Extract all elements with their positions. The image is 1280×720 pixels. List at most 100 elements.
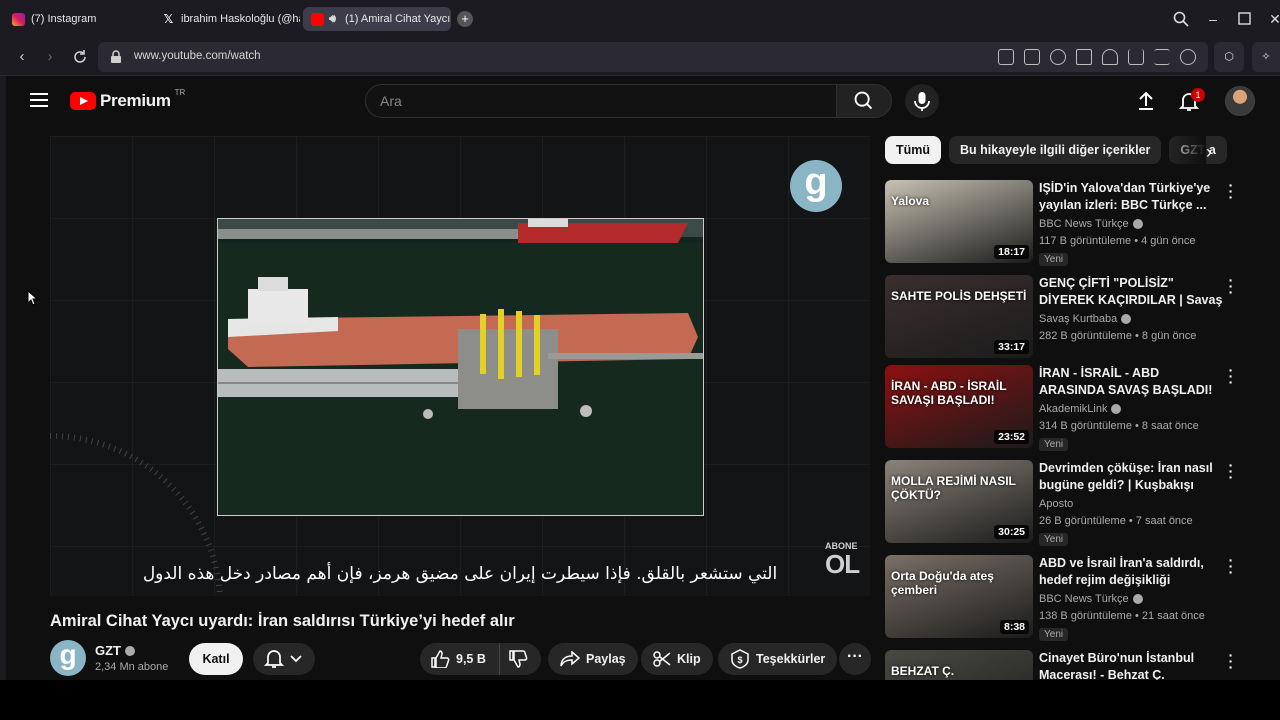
download-icon[interactable] bbox=[1128, 49, 1144, 65]
like-button[interactable]: 9,5 B bbox=[420, 643, 500, 675]
tab-label: (1) Amiral Cihat Yaycı bbox=[345, 13, 451, 25]
recommendation-thumbnail[interactable]: MOLLA REJİMİ NASIL ÇÖKTÜ? 30:25 bbox=[885, 460, 1033, 543]
search-input[interactable] bbox=[366, 85, 806, 117]
recommendation-thumbnail[interactable]: BEHZAT Ç. bbox=[885, 650, 1033, 680]
x-logo-icon: 𝕏 bbox=[163, 12, 174, 26]
thanks-label: Teşekkürler bbox=[756, 652, 826, 666]
tab-label: ibrahim Haskoloğlu (@has bbox=[181, 13, 300, 25]
recommendation-item[interactable]: Orta Doğu'da ateş çemberi 8:38 ABD ve İsra… bbox=[885, 553, 1265, 643]
minimize-icon[interactable]: – bbox=[1204, 10, 1222, 28]
channel-name: GZT bbox=[95, 643, 121, 658]
recommendation-title[interactable]: IŞİD'in Yalova'dan Türkiye'ye yayılan iz… bbox=[1039, 180, 1225, 214]
chevron-right-icon[interactable]: › bbox=[1206, 142, 1212, 163]
search-icon[interactable] bbox=[1172, 10, 1190, 28]
share-button[interactable]: Paylaş bbox=[548, 643, 638, 675]
more-vert-icon[interactable]: · · · bbox=[1225, 553, 1237, 579]
thumbnail-caption: İRAN - ABD - İSRAİL SAVAŞI BAŞLADI! bbox=[891, 379, 1007, 407]
clip-button[interactable]: Klip bbox=[641, 643, 713, 675]
video-title: Amiral Cihat Yaycı uyardı: İran saldırıs… bbox=[50, 612, 515, 630]
share-label: Paylaş bbox=[586, 652, 626, 666]
recommendation-item[interactable]: İRAN - ABD - İSRAİL SAVAŞI BAŞLADI! 23:52… bbox=[885, 363, 1265, 453]
url-field[interactable]: www.youtube.com/watch bbox=[98, 42, 1208, 72]
search-button[interactable] bbox=[836, 84, 892, 118]
join-button[interactable]: Katıl bbox=[189, 643, 243, 675]
channel-name: Aposto bbox=[1039, 498, 1074, 510]
recommendation-title[interactable]: Cinayet Büro'nun İstanbul Macerası! - Be… bbox=[1039, 650, 1225, 680]
lock-icon bbox=[111, 50, 121, 63]
thumbs-up-icon bbox=[431, 650, 450, 668]
country-code: TR bbox=[174, 87, 186, 97]
chip-all[interactable]: Tümü bbox=[885, 136, 942, 164]
recommendation-thumbnail[interactable]: Yalova 18:17 bbox=[885, 180, 1033, 263]
microphone-icon[interactable] bbox=[905, 84, 939, 118]
tab-x[interactable]: 𝕏 ibrahim Haskoloğlu (@has bbox=[154, 7, 300, 31]
recommendation-thumbnail[interactable]: İRAN - ABD - İSRAİL SAVAŞI BAŞLADI! 23:52 bbox=[885, 365, 1033, 448]
reload-icon[interactable] bbox=[70, 47, 90, 67]
tab-instagram[interactable]: (7) Instagram bbox=[4, 7, 150, 31]
recommendation-thumbnail[interactable]: Orta Doğu'da ateş çemberi 8:38 bbox=[885, 555, 1033, 638]
new-badge: Yeni bbox=[1039, 253, 1069, 266]
address-bar: ‹ › www.youtube.com/watch ⬡ ✧ bbox=[0, 38, 1280, 76]
upload-icon[interactable] bbox=[1133, 88, 1159, 114]
recommendation-channel[interactable]: AkademikLink bbox=[1039, 403, 1122, 415]
subscription-bell-button[interactable] bbox=[253, 643, 315, 675]
instagram-icon bbox=[12, 12, 25, 26]
list-icon[interactable] bbox=[1154, 49, 1170, 65]
shield-icon[interactable] bbox=[1050, 49, 1066, 65]
new-tab-button[interactable]: + bbox=[457, 11, 473, 27]
recommendation-thumbnail[interactable]: SAHTE POLİS DEHŞETİ 33:17 bbox=[885, 275, 1033, 358]
recommendation-item[interactable]: SAHTE POLİS DEHŞETİ 33:17 GENÇ ÇİFTİ "POLİ… bbox=[885, 273, 1265, 363]
extension-cube-icon[interactable]: ⬡ bbox=[1214, 42, 1244, 72]
heart-icon[interactable] bbox=[1102, 49, 1118, 65]
chip-related-story[interactable]: Bu hikayeyle ilgili diğer içerikler bbox=[949, 136, 1162, 164]
recommendation-channel[interactable]: Savaş Kurtbaba bbox=[1039, 313, 1132, 325]
channel-name-row[interactable]: GZT bbox=[95, 643, 135, 658]
more-vert-icon[interactable]: · · · bbox=[1225, 178, 1237, 204]
recommendation-title[interactable]: GENÇ ÇİFTİ "POLİSİZ" DİYEREK KAÇIRDILAR … bbox=[1039, 275, 1225, 309]
recommendation-channel[interactable]: BBC News Türkçe bbox=[1039, 593, 1143, 605]
youtube-page: Premium TR 1 bbox=[6, 76, 1280, 680]
more-actions-button[interactable]: ··· bbox=[839, 643, 871, 675]
clip-label: Klip bbox=[677, 652, 701, 666]
more-vert-icon[interactable]: · · · bbox=[1225, 273, 1237, 299]
forward-icon[interactable]: › bbox=[40, 47, 60, 67]
menu-icon[interactable] bbox=[30, 93, 48, 107]
channel-name: AkademikLink bbox=[1039, 403, 1108, 415]
play-icon[interactable] bbox=[1076, 49, 1092, 65]
thumbnail-caption: Orta Doğu'da ateş çemberi bbox=[891, 569, 994, 597]
channel-name: Savaş Kurtbaba bbox=[1039, 313, 1118, 325]
recommendation-title[interactable]: ABD ve İsrail İran'a saldırdı, hedef rej… bbox=[1039, 555, 1225, 589]
recommendation-item[interactable]: Yalova 18:17 IŞİD'in Yalova'dan Türkiye'ye… bbox=[885, 178, 1265, 268]
camera-icon[interactable] bbox=[1024, 49, 1040, 65]
thanks-button[interactable]: $ Teşekkürler bbox=[718, 643, 838, 675]
more-vert-icon[interactable]: · · · bbox=[1225, 363, 1237, 389]
speaker-icon[interactable]: 🔊︎ bbox=[326, 13, 339, 26]
thumbs-down-icon bbox=[508, 650, 527, 668]
notification-badge: 1 bbox=[1191, 88, 1205, 102]
youtube-premium-logo[interactable]: Premium TR bbox=[70, 87, 186, 111]
more-vert-icon[interactable]: · · · bbox=[1225, 648, 1237, 674]
tab-youtube-active[interactable]: 🔊︎ (1) Amiral Cihat Yaycı bbox=[303, 7, 451, 31]
duration-badge: 33:17 bbox=[994, 340, 1029, 354]
edit-icon[interactable] bbox=[998, 49, 1014, 65]
back-icon[interactable]: ‹ bbox=[12, 47, 32, 67]
recommendation-title[interactable]: İRAN - İSRAİL - ABD ARASINDA SAVAŞ BAŞLA… bbox=[1039, 365, 1225, 399]
dislike-button[interactable] bbox=[500, 650, 541, 668]
recommendation-item[interactable]: MOLLA REJİMİ NASIL ÇÖKTÜ? 30:25 Devrimden … bbox=[885, 458, 1265, 548]
ai-extension-icon[interactable]: ✧ bbox=[1252, 42, 1280, 72]
recommendation-channel[interactable]: BBC News Türkçe bbox=[1039, 218, 1143, 230]
avatar[interactable] bbox=[1225, 86, 1255, 116]
bell-chevron-icon bbox=[263, 650, 302, 668]
maximize-icon[interactable] bbox=[1236, 10, 1254, 28]
channel-avatar[interactable]: g bbox=[50, 640, 86, 676]
recommendation-channel[interactable]: Aposto bbox=[1039, 498, 1073, 510]
recommendation-meta: 282 B görüntüleme • 8 gün önce bbox=[1039, 330, 1197, 342]
watermark-bottom: OL bbox=[825, 549, 860, 579]
video-player[interactable]: g التي ستشعر بالقلق. فإذا سيطرت إيران عل… bbox=[50, 136, 870, 596]
recommendation-title[interactable]: Devrimden çöküşe: İran nasıl bugüne geld… bbox=[1039, 460, 1225, 494]
profile-icon[interactable] bbox=[1180, 49, 1196, 65]
gzt-logo: g bbox=[790, 160, 842, 212]
recommendation-item[interactable]: BEHZAT Ç. Cinayet Büro'nun İstanbul Macer… bbox=[885, 648, 1265, 680]
more-vert-icon[interactable]: · · · bbox=[1225, 458, 1237, 484]
close-icon[interactable]: ✕ bbox=[1266, 10, 1280, 28]
